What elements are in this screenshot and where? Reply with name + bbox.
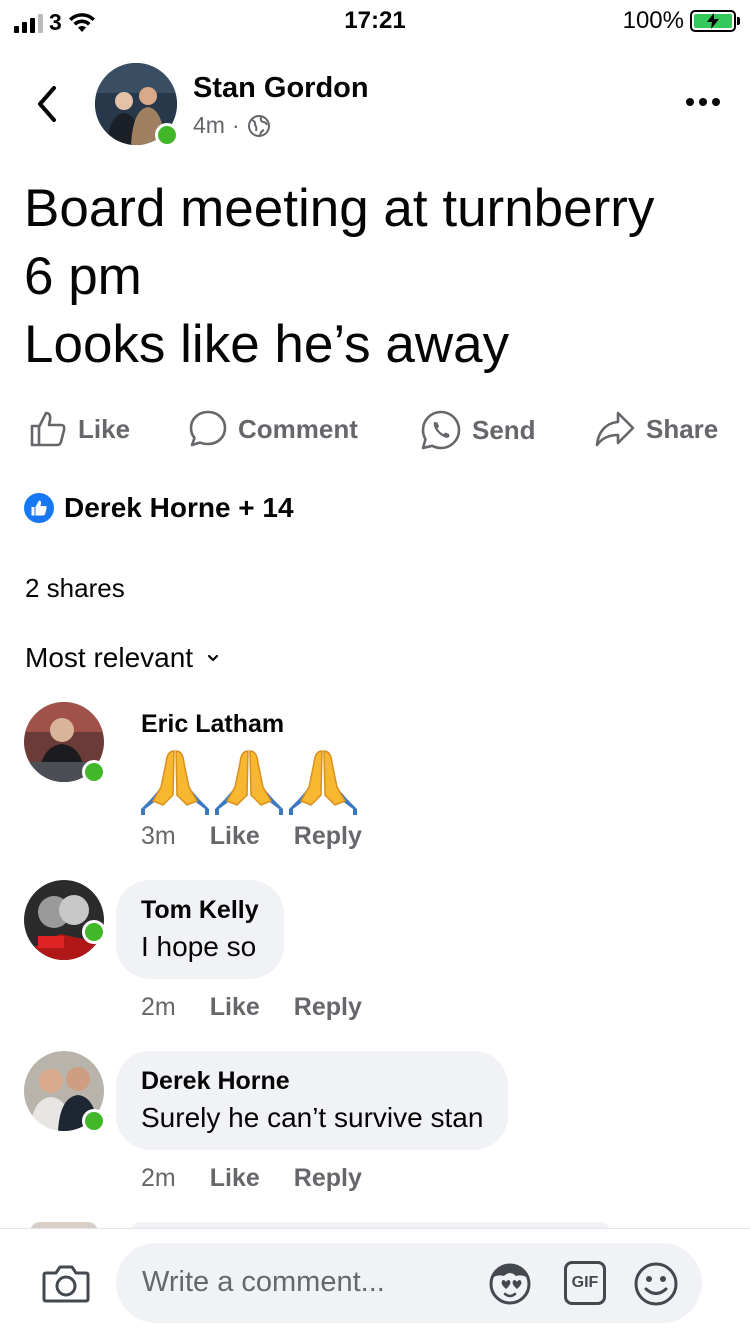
thumbs-up-icon	[30, 411, 66, 447]
commenter-avatar-wrap[interactable]	[24, 702, 106, 784]
post-time: 4m	[193, 112, 225, 138]
online-indicator	[155, 123, 179, 147]
gif-button[interactable]: GIF	[564, 1261, 606, 1305]
meta-dot: ·	[231, 112, 240, 138]
commenter-name[interactable]: Tom Kelly	[141, 896, 259, 925]
comment-emoji-content: 🙏🙏🙏	[141, 745, 357, 817]
comment-meta: 2m Like Reply	[141, 993, 362, 1022]
post-meta: 4m ·	[193, 112, 271, 139]
commenter-avatar-wrap[interactable]	[24, 880, 106, 960]
commenter-name[interactable]: Eric Latham	[141, 710, 357, 739]
comment-reply-button[interactable]: Reply	[294, 993, 362, 1022]
comment-composer: Write a comment... GIF	[0, 1228, 750, 1334]
comment-icon	[189, 410, 227, 447]
comment-meta: 2m Like Reply	[141, 1164, 362, 1193]
comment-reply-button[interactable]: Reply	[294, 1164, 362, 1193]
comment-bubble[interactable]: Tom Kelly I hope so	[116, 880, 284, 979]
avatar-sticker-icon[interactable]	[486, 1260, 534, 1306]
online-indicator	[82, 1109, 106, 1133]
comment-bubble[interactable]: Derek Horne Surely he can’t survive stan	[116, 1051, 509, 1150]
reactions-text: Derek Horne + 14	[64, 492, 294, 523]
status-right: 100%	[622, 7, 740, 35]
status-bar: 3 17:21 100%	[0, 0, 750, 40]
like-label: Like	[78, 413, 131, 444]
post-line: Board meeting at turnberry	[24, 179, 655, 238]
praying-hands-icon	[289, 750, 357, 815]
send-label: Send	[472, 414, 536, 445]
send-button[interactable]: Send	[420, 409, 536, 451]
comment-time: 2m	[141, 1164, 176, 1192]
gif-label: GIF	[571, 1274, 599, 1291]
author-avatar-wrap[interactable]	[95, 63, 179, 147]
back-chevron-icon	[38, 86, 56, 122]
post-line: Looks like he’s away	[24, 315, 510, 374]
back-button[interactable]	[30, 82, 64, 126]
post-actions: Like Comment Send Share	[0, 405, 750, 455]
online-indicator	[82, 760, 106, 784]
comment-meta: 3m Like Reply	[141, 822, 362, 851]
post-text: Board meeting at turnberry 6 pm Looks li…	[24, 175, 724, 379]
camera-button[interactable]	[42, 1263, 90, 1308]
whatsapp-icon	[421, 410, 461, 450]
comment-input[interactable]: Write a comment... GIF	[116, 1243, 702, 1323]
post-header: Stan Gordon 4m ·	[0, 60, 750, 150]
comment-like-button[interactable]: Like	[210, 1164, 260, 1193]
comment-time: 3m	[141, 822, 176, 850]
share-arrow-icon	[595, 411, 635, 447]
battery-icon	[690, 10, 740, 32]
comment-like-button[interactable]: Like	[210, 822, 260, 851]
praying-hands-icon	[141, 750, 209, 815]
comment-sort-dropdown[interactable]: Most relevant	[25, 642, 219, 674]
emoji-icon[interactable]	[632, 1260, 680, 1308]
shares-count[interactable]: 2 shares	[25, 573, 125, 604]
commenter-avatar-wrap[interactable]	[24, 1051, 106, 1133]
comment-label: Comment	[238, 413, 358, 444]
more-icon	[686, 98, 694, 106]
globe-icon[interactable]	[247, 114, 271, 138]
comment-input-placeholder: Write a comment...	[142, 1266, 385, 1298]
more-options-button[interactable]	[686, 98, 720, 106]
sort-label: Most relevant	[25, 642, 194, 673]
chevron-down-icon	[207, 654, 219, 662]
battery-percent: 100%	[622, 7, 684, 34]
comment-body: Eric Latham 🙏🙏🙏	[141, 710, 357, 817]
author-name[interactable]: Stan Gordon	[193, 72, 369, 105]
comment-text: I hope so	[141, 931, 257, 962]
comment-text: Surely he can’t survive stan	[141, 1102, 484, 1133]
camera-icon	[42, 1265, 90, 1303]
share-label: Share	[646, 413, 719, 444]
like-button[interactable]: Like	[28, 409, 130, 449]
praying-hands-icon	[215, 750, 283, 815]
like-reaction-icon	[24, 493, 54, 523]
comment-button[interactable]: Comment	[188, 409, 358, 449]
post-line: 6 pm	[24, 247, 142, 306]
share-button[interactable]: Share	[594, 409, 718, 449]
comment-reply-button[interactable]: Reply	[294, 822, 362, 851]
online-indicator	[82, 920, 106, 944]
comment-like-button[interactable]: Like	[210, 993, 260, 1022]
reactions-summary[interactable]: Derek Horne + 14	[24, 492, 294, 524]
comment-time: 2m	[141, 993, 176, 1021]
commenter-name[interactable]: Derek Horne	[141, 1067, 483, 1096]
